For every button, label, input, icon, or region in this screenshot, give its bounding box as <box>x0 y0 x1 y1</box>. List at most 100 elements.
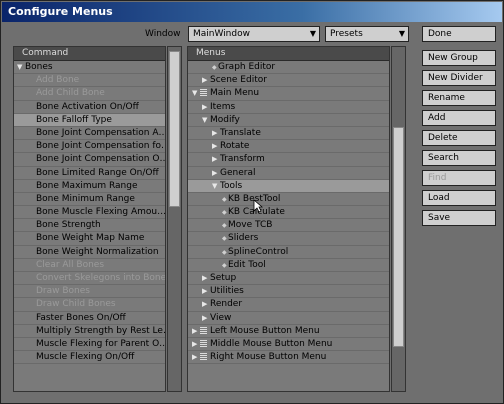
expand-triangle-icon[interactable]: ▶ <box>212 140 220 152</box>
command-row[interactable]: Add Bone <box>14 74 165 88</box>
command-row[interactable]: Bone Limited Range On/Off <box>14 167 165 180</box>
command-row[interactable]: Bone Falloff Type <box>14 113 165 127</box>
menu-tree-row[interactable]: ▶ Left Mouse Button Menu <box>188 325 389 338</box>
command-row[interactable]: Draw Bones <box>14 285 165 299</box>
menu-tree-row[interactable]: ◆Move TCB <box>188 219 389 233</box>
find-button[interactable]: Find <box>422 170 496 186</box>
menu-tree-row[interactable]: ◆KB Calculate <box>188 206 389 220</box>
menu-list-icon <box>200 353 207 361</box>
expand-triangle-icon[interactable]: ▶ <box>202 298 210 310</box>
command-row[interactable]: Muscle Flexing On/Off <box>14 351 165 365</box>
command-row-label: Bones <box>25 62 53 72</box>
command-row-label: Add Bone <box>36 75 80 86</box>
rename-button[interactable]: Rename <box>422 90 496 106</box>
menu-tree-row[interactable]: ▶ Middle Mouse Button Menu <box>188 338 389 352</box>
command-row[interactable]: Bone Joint Compensation A… <box>14 127 165 141</box>
expand-triangle-icon[interactable]: ▶ <box>192 351 200 363</box>
command-row[interactable]: Faster Bones On/Off <box>14 312 165 325</box>
menu-tree-row[interactable]: ◆SplineControl <box>188 246 389 259</box>
menu-tree-row-label: SplineControl <box>228 246 289 257</box>
chevron-down-icon: ▼ <box>309 29 316 38</box>
command-row[interactable]: Bone Joint Compensation O… <box>14 153 165 167</box>
menu-tree-row[interactable]: ◆Sliders <box>188 232 389 246</box>
presets-dropdown[interactable]: Presets ▼ <box>325 26 409 42</box>
menu-tree-row[interactable]: ▼ Tools <box>188 179 389 193</box>
collapse-triangle-icon[interactable]: ▼ <box>212 180 220 192</box>
expand-triangle-icon[interactable]: ▶ <box>192 338 200 350</box>
command-column-header[interactable]: Command <box>14 47 165 61</box>
command-row[interactable]: ▼ Bones <box>14 61 165 75</box>
command-row[interactable]: Bone Minimum Range <box>14 193 165 207</box>
command-row-label: Faster Bones On/Off <box>36 312 126 323</box>
expand-triangle-icon[interactable]: ▼ <box>17 61 25 73</box>
menus-scrollbar-thumb[interactable] <box>393 127 404 347</box>
menu-tree-row[interactable]: ▶ View <box>188 312 389 325</box>
command-row-label: Bone Muscle Flexing Amou… <box>36 207 165 218</box>
command-row-label: Bone Weight Normalization <box>36 246 159 257</box>
menu-tree-row[interactable]: ▶ Scene Editor <box>188 74 389 88</box>
menu-tree-row-label: Rotate <box>220 141 250 152</box>
mouse-cursor-icon <box>253 199 263 213</box>
command-row[interactable]: Convert Skelegons into Bones… <box>14 272 165 286</box>
add-button[interactable]: Add <box>422 110 496 126</box>
menus-column-header[interactable]: Menus <box>188 47 389 61</box>
command-row[interactable]: Bone Joint Compensation fo… <box>14 140 165 154</box>
command-list[interactable]: Command ▼ Bones Add Bone Add Child Bone Bone… <box>13 46 166 392</box>
menu-tree-row[interactable]: ▶ Render <box>188 298 389 312</box>
menu-tree-row[interactable]: ▶ Right Mouse Button Menu <box>188 351 389 365</box>
menu-tree-row[interactable]: ◆KB BestTool <box>188 193 389 207</box>
command-row-label: Bone Strength <box>36 220 101 231</box>
menus-scrollbar[interactable] <box>391 46 406 392</box>
expand-triangle-icon[interactable]: ▶ <box>202 272 210 284</box>
collapse-triangle-icon[interactable]: ▼ <box>202 114 210 126</box>
menus-tree[interactable]: Menus ◆Graph Editor ▶ Scene Editor ▼ Main Me… <box>187 46 390 392</box>
done-button[interactable]: Done <box>422 26 496 42</box>
expand-triangle-icon[interactable]: ▶ <box>202 312 210 324</box>
new-divider-button[interactable]: New Divider <box>422 70 496 86</box>
menu-tree-row[interactable]: ▼ Modify <box>188 114 389 127</box>
menu-tree-row[interactable]: ▶ Items <box>188 101 389 114</box>
expand-triangle-icon[interactable]: ▶ <box>192 325 200 337</box>
menu-tree-row[interactable]: ▶ General <box>188 167 389 180</box>
expand-triangle-icon[interactable]: ▶ <box>212 167 220 179</box>
load-button[interactable]: Load <box>422 190 496 206</box>
menu-tree-row[interactable]: ◆Graph Editor <box>188 61 389 75</box>
window-dropdown[interactable]: MainWindow ▼ <box>188 26 320 42</box>
expand-triangle-icon[interactable]: ▶ <box>202 74 210 86</box>
menu-tree-row[interactable]: ◆Edit Tool <box>188 259 389 272</box>
command-row[interactable]: Add Child Bone <box>14 87 165 101</box>
command-row-label: Bone Falloff Type <box>36 114 112 125</box>
command-row[interactable]: Bone Muscle Flexing Amou… <box>14 206 165 220</box>
menu-tree-row[interactable]: ▶ Utilities <box>188 285 389 299</box>
command-row[interactable]: Multiply Strength by Rest Le… <box>14 325 165 338</box>
menu-tree-row[interactable]: ▶ Rotate <box>188 140 389 154</box>
collapse-triangle-icon[interactable]: ▼ <box>192 87 200 99</box>
command-row[interactable]: Clear All Bones <box>14 259 165 272</box>
save-button[interactable]: Save <box>422 210 496 226</box>
menu-tree-row[interactable]: ▶ Setup <box>188 272 389 286</box>
expand-triangle-icon[interactable]: ▶ <box>212 127 220 139</box>
menu-tree-row-label: Main Menu <box>210 88 260 99</box>
expand-triangle-icon[interactable]: ▶ <box>202 285 210 297</box>
command-row[interactable]: Bone Weight Normalization <box>14 246 165 259</box>
command-scrollbar[interactable] <box>167 46 182 392</box>
new-group-button[interactable]: New Group <box>422 50 496 66</box>
command-row[interactable]: Bone Strength <box>14 219 165 233</box>
command-row[interactable]: Bone Maximum Range <box>14 180 165 193</box>
menu-tree-row[interactable]: ▶ Translate <box>188 127 389 141</box>
menu-tree-row-label: Setup <box>210 273 237 283</box>
command-row[interactable]: Muscle Flexing for Parent O… <box>14 338 165 352</box>
command-row[interactable]: Draw Child Bones <box>14 298 165 312</box>
menu-tree-row-label: Utilities <box>210 286 244 297</box>
menu-tree-row[interactable]: ▼ Main Menu <box>188 87 389 101</box>
command-scrollbar-thumb[interactable] <box>169 51 180 207</box>
menu-tree-row[interactable]: ▶ Transform <box>188 153 389 167</box>
search-button[interactable]: Search <box>422 150 496 166</box>
expand-triangle-icon[interactable]: ▶ <box>212 153 220 165</box>
menu-tree-row-label: Edit Tool <box>228 259 266 270</box>
command-row[interactable]: Bone Activation On/Off <box>14 101 165 114</box>
command-row[interactable]: Bone Weight Map Name <box>14 232 165 246</box>
expand-triangle-icon[interactable]: ▶ <box>202 101 210 113</box>
command-row-label: Muscle Flexing On/Off <box>36 352 135 363</box>
delete-button[interactable]: Delete <box>422 130 496 146</box>
